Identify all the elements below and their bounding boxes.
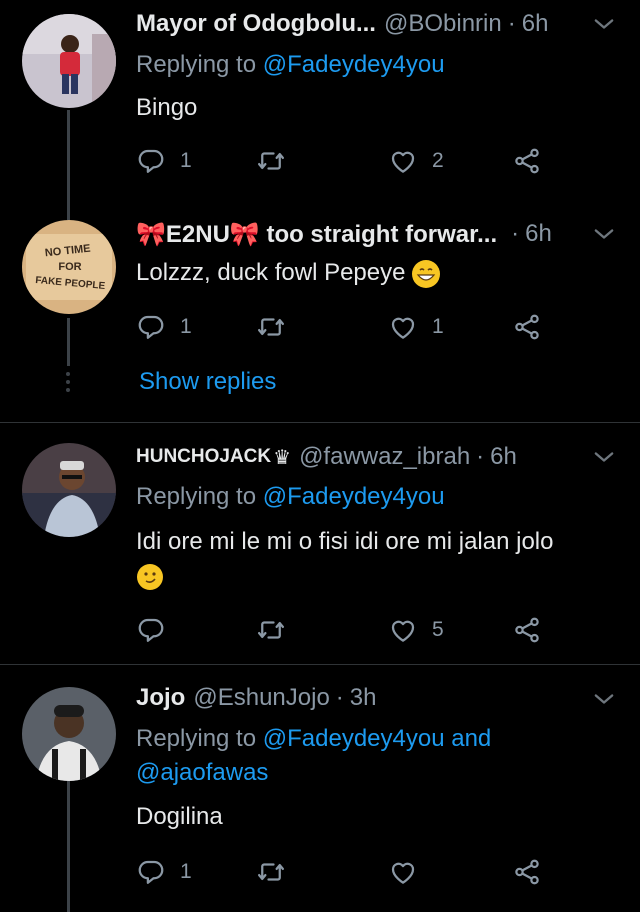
replying-to-and: and <box>444 725 492 752</box>
avatar[interactable] <box>22 443 116 537</box>
reply-button[interactable]: 1 <box>136 309 192 345</box>
tweet-text-content: Lolzzz, duck fowl Pepeye <box>136 259 406 286</box>
chevron-down-icon[interactable] <box>590 10 618 38</box>
user-handle[interactable]: @BObinrin <box>384 10 502 38</box>
retweet-button[interactable] <box>256 612 300 648</box>
user-handle[interactable]: @EshunJojo <box>193 684 329 712</box>
reply-button[interactable] <box>136 612 180 648</box>
reply-count: 1 <box>180 315 192 338</box>
replying-to-label: Replying to <box>136 51 263 78</box>
tweet-text: Lolzzz, duck fowl Pepeye <box>136 256 441 290</box>
separator-dot: · <box>507 10 516 37</box>
heart-icon <box>388 146 418 176</box>
retweet-button[interactable] <box>256 309 300 345</box>
replying-to: Replying to @Fadeydey4you and <box>136 722 491 756</box>
retweet-button[interactable] <box>256 854 300 890</box>
timestamp[interactable]: 6h <box>490 443 517 471</box>
mention-link[interactable]: @Fadeydey4you <box>263 725 445 752</box>
replying-to-label: Replying to <box>136 483 263 510</box>
heart-icon <box>388 615 418 645</box>
separator-dot: · <box>511 220 520 247</box>
reply-icon <box>136 312 166 342</box>
separator-dot: · <box>476 443 485 470</box>
mention-link[interactable]: @Fadeydey4you <box>263 483 445 510</box>
replying-to-line2: @ajaofawas <box>136 756 268 790</box>
like-count: 2 <box>432 149 444 172</box>
retweet-icon <box>256 312 286 342</box>
smirk-emoji-icon <box>136 563 164 591</box>
reply-icon <box>136 857 166 887</box>
display-name[interactable]: Jojo <box>136 684 185 712</box>
tweet-4[interactable]: Jojo @EshunJojo · 3h Replying to @Fadeyd… <box>0 665 640 912</box>
crown-icon: ♛ <box>273 446 292 469</box>
tweet-2[interactable]: NO TIME FOR FAKE PEOPLE 🎀E2NU🎀 too strai… <box>0 200 640 422</box>
retweet-icon <box>256 615 286 645</box>
tweet-actions: 1 1 <box>136 309 576 345</box>
share-icon <box>512 146 542 176</box>
tweet-text: Idi ore mi le mi o fisi idi ore mi jalan… <box>136 528 554 555</box>
heart-icon <box>388 312 418 342</box>
tweet-actions: 5 <box>136 612 576 648</box>
display-name[interactable]: Mayor of Odogbolu... <box>136 10 376 38</box>
replying-to: Replying to @Fadeydey4you <box>136 480 445 514</box>
chevron-down-icon[interactable] <box>590 220 618 248</box>
avatar-text: FOR <box>58 261 81 273</box>
show-replies-link[interactable]: Show replies <box>139 368 276 396</box>
tweet-header: 🎀E2NU🎀 too straight forwar... · 6h <box>136 218 590 250</box>
replying-to-label: Replying to <box>136 725 263 752</box>
thread-line <box>67 779 70 912</box>
retweet-icon <box>256 857 286 887</box>
display-name[interactable]: HUNCHOJACK <box>136 446 271 468</box>
share-icon <box>512 857 542 887</box>
tweet-text: Dogilina <box>136 803 223 830</box>
heart-icon <box>388 857 418 887</box>
like-count: 1 <box>432 315 444 338</box>
reply-icon <box>136 146 166 176</box>
separator-dot: · <box>335 684 344 711</box>
tweet-1[interactable]: Mayor of Odogbolu... @BObinrin · 6h Repl… <box>0 0 640 200</box>
timestamp[interactable]: 3h <box>350 684 377 712</box>
avatar[interactable] <box>22 687 116 781</box>
reply-count: 1 <box>180 860 192 883</box>
like-button[interactable] <box>388 854 432 890</box>
share-icon <box>512 312 542 342</box>
share-button[interactable] <box>512 309 542 345</box>
reply-button[interactable]: 1 <box>136 143 192 179</box>
tweet-3[interactable]: HUNCHOJACK ♛ @fawwaz_ibrah · 6h Replying… <box>0 423 640 664</box>
like-button[interactable]: 5 <box>388 612 444 648</box>
share-button[interactable] <box>512 143 542 179</box>
tweet-header: Mayor of Odogbolu... @BObinrin · 6h <box>136 8 590 40</box>
reply-icon <box>136 615 166 645</box>
user-handle[interactable]: @fawwaz_ibrah <box>299 443 470 471</box>
chevron-down-icon[interactable] <box>590 443 618 471</box>
share-button[interactable] <box>512 612 542 648</box>
replying-to: Replying to @Fadeydey4you <box>136 48 445 82</box>
reply-count: 1 <box>180 149 192 172</box>
retweet-icon <box>256 146 286 176</box>
mention-link[interactable]: @Fadeydey4you <box>263 51 445 78</box>
like-button[interactable]: 1 <box>388 309 444 345</box>
like-button[interactable]: 2 <box>388 143 444 179</box>
mention-link[interactable]: @ajaofawas <box>136 759 268 786</box>
avatar[interactable]: NO TIME FOR FAKE PEOPLE <box>22 220 116 314</box>
avatar[interactable] <box>22 14 116 108</box>
share-icon <box>512 615 542 645</box>
tweet-header: HUNCHOJACK ♛ @fawwaz_ibrah · 6h <box>136 441 590 473</box>
grinning-emoji-icon <box>412 259 441 288</box>
tweet-text: Bingo <box>136 94 198 121</box>
like-count: 5 <box>432 618 444 641</box>
retweet-button[interactable] <box>256 143 300 179</box>
display-name[interactable]: 🎀E2NU🎀 too straight forwar... <box>136 220 497 249</box>
chevron-down-icon[interactable] <box>590 685 618 713</box>
reply-button[interactable]: 1 <box>136 854 192 890</box>
timestamp[interactable]: 6h <box>522 10 549 38</box>
tweet-actions: 1 <box>136 854 576 890</box>
tweet-header: Jojo @EshunJojo · 3h <box>136 682 590 714</box>
timestamp[interactable]: 6h <box>525 220 552 248</box>
share-button[interactable] <box>512 854 542 890</box>
tweet-actions: 1 2 <box>136 143 576 179</box>
